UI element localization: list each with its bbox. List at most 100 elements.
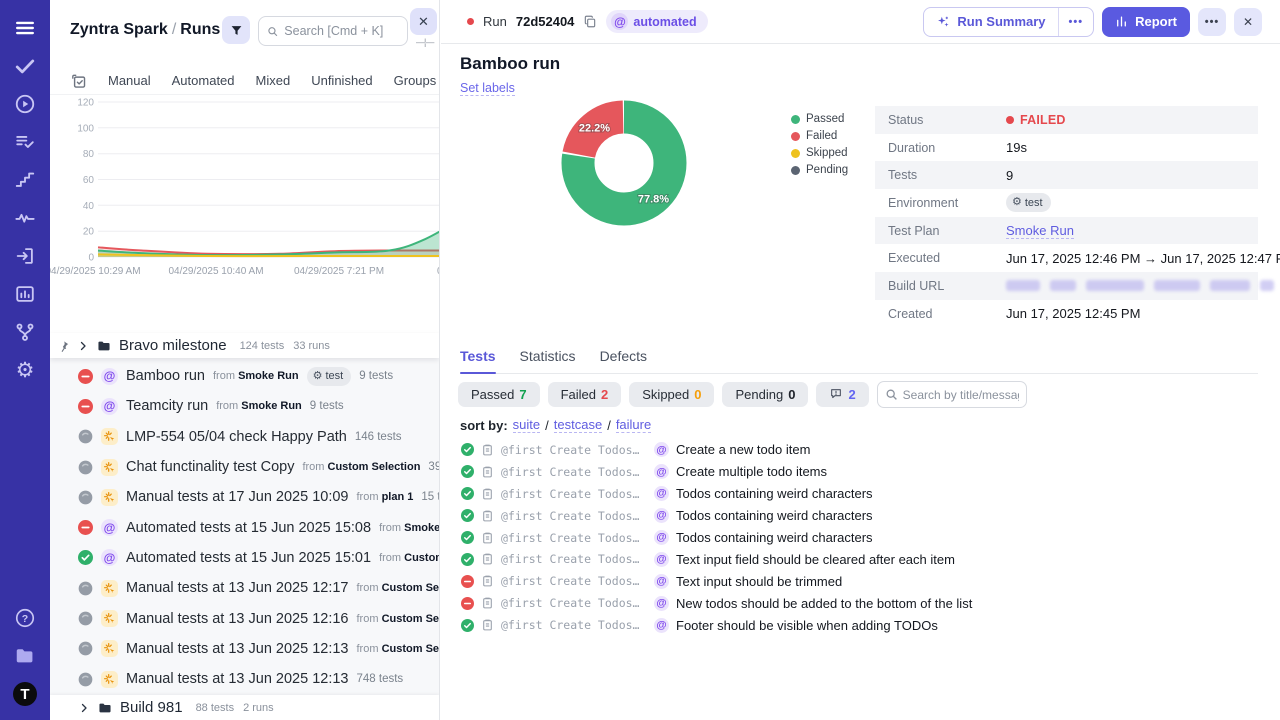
svg-text:120: 120 [77, 98, 94, 109]
tab-unfinished[interactable]: Unfinished [311, 73, 372, 88]
build-folder-row[interactable]: Build 981 88 tests 2 runs [50, 695, 439, 720]
run-row[interactable]: @Automated tests at 15 Jun 2025 15:01fro… [50, 543, 439, 573]
test-row[interactable]: @first Create Todos…@Todos containing we… [461, 505, 1260, 527]
test-row[interactable]: @first Create Todos…@Create multiple tod… [461, 461, 1260, 483]
panel-resize-handle[interactable]: —¦— [416, 37, 433, 47]
plans-list-check-icon[interactable] [13, 130, 37, 154]
automated-icon: @ [654, 442, 669, 457]
sort-by-suite-link[interactable]: suite [513, 417, 540, 433]
filter-skipped-button[interactable]: Skipped0 [629, 382, 714, 407]
sort-by-testcase-link[interactable]: testcase [554, 417, 602, 433]
filter-passed-button[interactable]: Passed7 [458, 382, 540, 407]
settings-gear-icon[interactable]: ⚙ [13, 358, 37, 382]
tab-manual[interactable]: Manual [108, 73, 151, 88]
copy-icon[interactable] [583, 14, 597, 29]
legend-label: Passed [806, 113, 844, 125]
more-actions-button[interactable]: ••• [1198, 8, 1226, 36]
milestone-name: Bravo milestone [119, 337, 227, 354]
set-labels-link[interactable]: Set labels [460, 81, 515, 96]
testcases-check-icon[interactable] [13, 54, 37, 78]
test-status-passed-icon [461, 509, 474, 522]
suite-name: @first Create Todos… [501, 487, 647, 501]
run-source: from Custom Selection [379, 552, 439, 564]
filter-button[interactable] [222, 16, 250, 44]
chevron-right-icon[interactable] [78, 702, 90, 714]
sort-by-failure-link[interactable]: failure [616, 417, 651, 433]
run-source: from Smoke Run [216, 400, 302, 412]
test-row[interactable]: @first Create Todos…@Todos containing we… [461, 483, 1260, 505]
run-summary-more-button[interactable]: ••• [1058, 8, 1094, 36]
report-button[interactable]: Report [1102, 7, 1190, 37]
tab-defects[interactable]: Defects [600, 348, 647, 364]
environment-name: test [1025, 197, 1043, 209]
runs-search-input[interactable] [284, 24, 399, 38]
chip-count: 0 [694, 387, 701, 402]
run-row[interactable]: Manual tests at 13 Jun 2025 12:13748 tes… [50, 664, 439, 694]
tab-tests[interactable]: Tests [460, 348, 496, 364]
detail-value: 19s [1006, 140, 1027, 155]
build-tests-count: 88 tests [196, 702, 235, 714]
page-title: Runs [180, 21, 220, 38]
run-name: LMP-554 05/04 check Happy Path [126, 429, 347, 445]
analytics-bar-chart-icon[interactable] [13, 282, 37, 306]
tab-statistics[interactable]: Statistics [520, 348, 576, 364]
chevron-right-icon[interactable] [77, 340, 89, 352]
run-summary-button[interactable]: Run Summary [924, 8, 1057, 36]
test-title: Create multiple todo items [676, 464, 827, 479]
run-tests-count: 39 tests [428, 461, 439, 473]
detail-label: Build URL [875, 279, 1006, 293]
tab-mixed[interactable]: Mixed [256, 73, 291, 88]
breadcrumb-separator: / [168, 21, 180, 38]
clipboard-icon [481, 509, 494, 523]
pulse-activity-icon[interactable] [13, 206, 37, 230]
run-name: Teamcity run [126, 398, 208, 414]
close-panel-button[interactable]: ✕ [410, 8, 437, 35]
comments-filter-button[interactable]: 2 [816, 382, 868, 407]
run-row[interactable]: Manual tests at 13 Jun 2025 12:16from Cu… [50, 603, 439, 633]
app-logo[interactable]: T [13, 682, 37, 706]
run-row[interactable]: LMP-554 05/04 check Happy Path146 tests [50, 422, 439, 452]
test-status-passed-icon [461, 487, 474, 500]
run-status-neutral-icon [78, 641, 93, 656]
run-summary-group: Run Summary ••• [923, 7, 1094, 37]
filter-pending-button[interactable]: Pending0 [722, 382, 808, 407]
run-row[interactable]: Manual tests at 13 Jun 2025 12:17from Cu… [50, 573, 439, 603]
comment-icon [829, 387, 843, 403]
test-row[interactable]: @first Create Todos…@New todos should be… [461, 592, 1260, 614]
run-row[interactable]: Chat functinality test Copyfrom Custom S… [50, 452, 439, 482]
report-label: Report [1135, 14, 1177, 29]
milestones-steps-icon[interactable] [13, 168, 37, 192]
tests-search-input[interactable] [903, 388, 1019, 402]
suite-name: @first Create Todos… [501, 509, 647, 523]
import-signin-icon[interactable] [13, 244, 37, 268]
tab-groups[interactable]: Groups [394, 73, 437, 88]
help-icon[interactable]: ? [13, 606, 37, 630]
runs-search [258, 16, 408, 46]
project-name[interactable]: Zyntra Spark [70, 21, 168, 38]
test-plan-link[interactable]: Smoke Run [1006, 223, 1074, 239]
run-row[interactable]: @Bamboo runfrom Smoke Run⚙test9 tests [50, 361, 439, 391]
close-detail-button[interactable]: ✕ [1234, 8, 1262, 36]
milestone-row[interactable]: Bravo milestone 124 tests 33 runs [50, 333, 439, 358]
projects-folder-icon[interactable] [13, 644, 37, 668]
run-row[interactable]: Manual tests at 13 Jun 2025 12:13from Cu… [50, 634, 439, 664]
menu-icon[interactable] [13, 16, 37, 40]
run-name: Automated tests at 15 Jun 2025 15:08 [126, 520, 371, 536]
run-status-neutral-icon [78, 460, 93, 475]
tab-automated[interactable]: Automated [172, 73, 235, 88]
run-title: Bamboo run [460, 54, 560, 74]
branches-icon[interactable] [13, 320, 37, 344]
test-row[interactable]: @first Create Todos…@Create a new todo i… [461, 439, 1260, 461]
automated-badge[interactable]: @ automated [606, 10, 707, 33]
run-row[interactable]: Manual tests at 17 Jun 2025 10:09from pl… [50, 482, 439, 512]
folder-icon [96, 339, 112, 353]
filter-failed-button[interactable]: Failed2 [548, 382, 622, 407]
run-row[interactable]: @Teamcity runfrom Smoke Run9 tests [50, 391, 439, 421]
select-all-icon[interactable] [70, 72, 87, 89]
test-row[interactable]: @first Create Todos…@Text input field sh… [461, 548, 1260, 570]
test-row[interactable]: @first Create Todos…@Text input should b… [461, 570, 1260, 592]
test-row[interactable]: @first Create Todos…@Todos containing we… [461, 527, 1260, 549]
test-row[interactable]: @first Create Todos…@Footer should be vi… [461, 614, 1260, 636]
runs-play-icon[interactable] [13, 92, 37, 116]
run-row[interactable]: @Automated tests at 15 Jun 2025 15:08fro… [50, 512, 439, 542]
